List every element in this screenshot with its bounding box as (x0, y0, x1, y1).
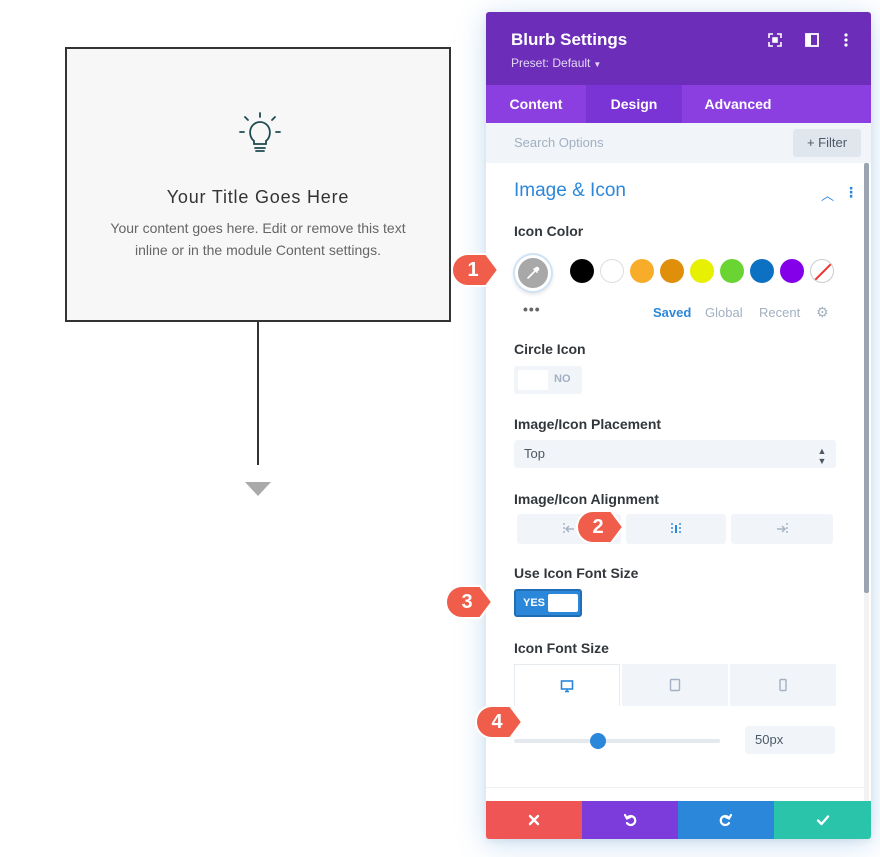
close-icon (528, 814, 540, 826)
step-number: 4 (491, 711, 503, 733)
align-right-icon (777, 523, 788, 535)
tab-design[interactable]: Design (586, 85, 682, 123)
panel-footer (486, 801, 871, 839)
color-swatch[interactable] (660, 259, 684, 283)
step-number: 1 (467, 259, 479, 281)
color-swatch[interactable] (690, 259, 714, 283)
tab-advanced[interactable]: Advanced (682, 85, 794, 123)
color-swatch[interactable] (630, 259, 654, 283)
expand-icon[interactable] (767, 32, 783, 48)
step-number: 3 (461, 591, 473, 613)
palette-tab-recent[interactable]: Recent (759, 305, 800, 320)
placement-select[interactable]: Top ▲▼ (514, 440, 836, 468)
placement-value: Top (524, 446, 545, 461)
settings-panel: Blurb Settings Preset: Default ▼ Content … (486, 12, 871, 839)
palette-tab-saved[interactable]: Saved (653, 305, 691, 320)
step-number: 2 (592, 516, 604, 538)
device-tab-desktop[interactable] (514, 664, 620, 706)
swatch-transparent[interactable] (810, 259, 834, 283)
search-bar: Search Options + Filter (486, 123, 871, 163)
toggle-knob (548, 594, 578, 612)
undo-icon (623, 813, 637, 827)
section-more-icon[interactable]: ⋮ (844, 184, 858, 201)
font-size-slider-handle[interactable] (590, 733, 607, 749)
placement-label: Image/Icon Placement (514, 416, 662, 432)
section-title[interactable]: Image & Icon (514, 180, 626, 202)
color-picker-button[interactable] (515, 255, 551, 291)
icon-font-size-label: Icon Font Size (514, 640, 609, 656)
save-button[interactable] (774, 801, 871, 839)
divider (486, 787, 864, 788)
select-arrows-icon: ▲▼ (817, 446, 827, 466)
blurb-preview[interactable]: Your Title Goes Here Your content goes h… (65, 47, 451, 322)
preset-dropdown[interactable]: Preset: Default ▼ (511, 56, 601, 70)
icon-color-label: Icon Color (514, 223, 584, 239)
phone-icon (779, 678, 787, 692)
blurb-text[interactable]: Your content goes here. Edit or remove t… (97, 217, 419, 261)
use-icon-font-size-label: Use Icon Font Size (514, 565, 639, 581)
undo-button[interactable] (582, 801, 678, 839)
toggle-state: NO (554, 373, 571, 385)
redo-icon (719, 813, 733, 827)
checkmark-icon (816, 815, 829, 826)
tablet-icon (669, 678, 681, 692)
settings-tabs: Content Design Advanced (486, 85, 871, 123)
search-input[interactable]: Search Options (514, 135, 604, 150)
step-marker-1: 1 (450, 252, 500, 288)
device-tab-tablet[interactable] (622, 664, 728, 706)
more-colors-icon[interactable]: ••• (523, 301, 541, 317)
down-arrow-icon (245, 482, 271, 496)
font-size-slider-track[interactable] (514, 739, 720, 743)
step-marker-2: 2 (575, 509, 625, 545)
panel-header: Blurb Settings Preset: Default ▼ (486, 12, 871, 85)
cancel-button[interactable] (486, 801, 582, 839)
lightbulb-icon (239, 112, 281, 152)
blurb-title[interactable]: Your Title Goes Here (67, 187, 449, 208)
more-vertical-icon[interactable] (838, 32, 854, 48)
palette-tab-global[interactable]: Global (705, 305, 743, 320)
align-left-icon (563, 523, 574, 535)
align-right-button[interactable] (731, 514, 833, 544)
circle-icon-toggle[interactable]: NO (514, 366, 582, 394)
tab-content[interactable]: Content (486, 85, 586, 123)
font-size-value-input[interactable]: 50px (745, 726, 835, 754)
color-swatch[interactable] (750, 259, 774, 283)
color-swatch[interactable] (780, 259, 804, 283)
connector-line (257, 322, 259, 465)
desktop-icon (560, 680, 574, 693)
panel-title: Blurb Settings (511, 30, 628, 49)
use-icon-font-size-toggle[interactable]: YES (514, 589, 582, 617)
alignment-label: Image/Icon Alignment (514, 491, 659, 507)
color-swatch[interactable] (720, 259, 744, 283)
align-center-button[interactable] (626, 514, 726, 544)
circle-icon-label: Circle Icon (514, 341, 586, 357)
split-view-icon[interactable] (804, 32, 820, 48)
scrollbar-thumb[interactable] (864, 163, 869, 593)
filter-button[interactable]: + Filter (793, 129, 861, 157)
align-center-icon (671, 523, 681, 535)
color-swatch[interactable] (600, 259, 624, 283)
step-marker-3: 3 (444, 584, 494, 620)
step-marker-4: 4 (474, 704, 524, 740)
redo-button[interactable] (678, 801, 774, 839)
color-swatch[interactable] (570, 259, 594, 283)
toggle-knob (518, 370, 548, 390)
eyedropper-icon (527, 266, 540, 279)
preset-label: Preset: Default (511, 56, 591, 70)
device-tab-phone[interactable] (730, 664, 836, 706)
toggle-state: YES (523, 597, 546, 609)
caret-down-icon: ▼ (593, 60, 602, 69)
chevron-up-icon[interactable]: ︿ (821, 185, 834, 204)
gear-icon[interactable]: ⚙ (816, 304, 829, 321)
